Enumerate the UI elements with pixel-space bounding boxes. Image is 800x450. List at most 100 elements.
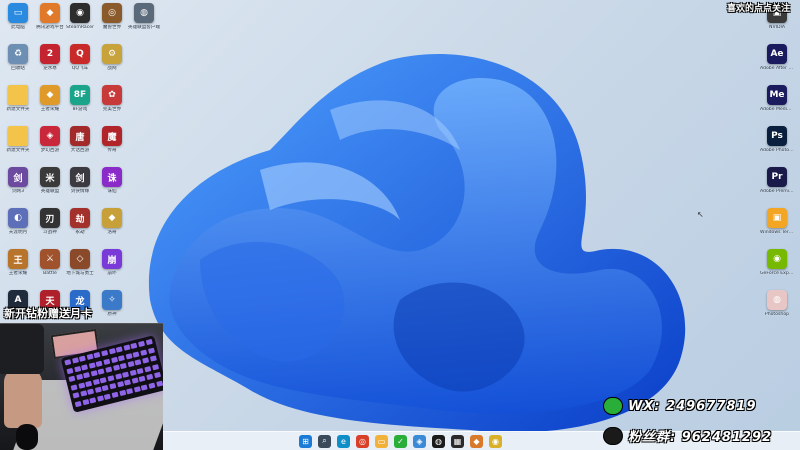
desktop-icon-label: SteamRacer (66, 25, 94, 30)
keyboard-key (88, 362, 96, 369)
desktop-icon-label: 崩坏 (107, 271, 117, 276)
keyboard-key (89, 397, 97, 404)
keyboard-key (81, 363, 89, 371)
game-icon: 王 (8, 249, 28, 269)
keyboard-key (118, 389, 126, 397)
app-icon[interactable]: ◉ (489, 434, 502, 448)
keyboard-key (146, 374, 154, 381)
keyboard-key (95, 360, 103, 367)
desktop-icon[interactable]: ◍ Photoshop (758, 289, 796, 330)
keyboard-key (64, 359, 72, 366)
desktop-icon-label: 魔兽世界 (102, 25, 122, 30)
keyboard-key (124, 379, 132, 386)
desktop-icon[interactable]: ◉ GeForce Experience (758, 248, 796, 289)
desktop-icon-label: 剑网3 (11, 189, 25, 194)
keyboard-key (147, 347, 155, 354)
terminal-icon: ▣ (767, 208, 787, 228)
sleeve (0, 324, 44, 374)
game-icon: ◆ (40, 3, 60, 23)
desktop-icon[interactable]: ◎ 魔兽世界 (96, 2, 128, 43)
desktop-icon[interactable]: 魔传奇 (96, 125, 128, 166)
desktop-icon[interactable]: 新建文件夹 (2, 125, 34, 166)
desktop-icon[interactable]: ◈ 梦幻西游 (34, 125, 66, 166)
desktop-icon[interactable]: ◇ 地下城与勇士 (64, 248, 96, 289)
game-icon: ◆ (40, 85, 60, 105)
desktop-icon[interactable]: 8F 8F游戏 (64, 84, 96, 125)
wechat-icon (604, 398, 622, 414)
desktop-icon[interactable]: ◍ 英雄联盟客户端 (128, 2, 160, 43)
desktop-icon[interactable]: 劫永劫 (64, 207, 96, 248)
keyboard-key (111, 391, 119, 399)
game-icon: 诛 (102, 167, 122, 187)
desktop-icon[interactable]: 2 逆水寒 (34, 43, 66, 84)
desktop-icon[interactable]: 王王者荣耀 (2, 248, 34, 289)
keyboard-key (97, 368, 105, 375)
app-icon[interactable]: ◆ (470, 434, 483, 448)
keyboard-key (140, 349, 148, 356)
desktop-icon-label: 此电脑 (11, 25, 25, 30)
desktop-icon-label: 斗战神 (43, 230, 57, 235)
chrome-icon[interactable]: ◎ (356, 434, 369, 448)
desktop-icon[interactable]: 唐大话西游 (64, 125, 96, 166)
wechat-id-text: WX: 249677819 (628, 398, 757, 414)
desktop-icon[interactable]: ◆ 腾讯游戏平台 (34, 2, 66, 43)
qq-icon[interactable]: ◍ (432, 434, 445, 448)
keyboard-key (92, 378, 100, 385)
wechat-icon[interactable]: ✓ (394, 434, 407, 448)
desktop-icon[interactable]: ✿ 完美世界 (96, 84, 128, 125)
keyboard-key (101, 349, 109, 357)
game-icon: 米 (40, 167, 60, 187)
app-icon[interactable]: ▦ (451, 434, 464, 448)
keyboard-key (107, 375, 115, 382)
app-icon[interactable]: ◈ (413, 434, 426, 448)
desktop-icon[interactable]: Ps Adobe Photoshop (758, 125, 796, 166)
keyboard-key (86, 353, 94, 360)
desktop-icon[interactable]: 崩崩坏 (96, 248, 128, 289)
desktop-icon[interactable]: Pr Adobe Premiere (758, 166, 796, 207)
desktop-icon[interactable]: Me Adobe Media Encoder (758, 84, 796, 125)
desktop-icon-label: Adobe Media Encoder (760, 107, 794, 112)
desktop-icon[interactable]: 剑剑网3 (2, 166, 34, 207)
desktop-icon[interactable]: Ae Adobe After Effects (758, 43, 796, 84)
desktop-icon[interactable]: 剑剑侠情缘 (64, 166, 96, 207)
game-icon: 2 (40, 44, 60, 64)
desktop-icon[interactable]: 诛诛仙 (96, 166, 128, 207)
file-explorer-icon[interactable]: ▭ (375, 434, 388, 448)
desktop-icon[interactable]: 刃斗战神 (34, 207, 66, 248)
game-icon: 唐 (70, 126, 90, 146)
keyboard-key (100, 376, 108, 384)
keyboard-key (79, 355, 87, 362)
desktop-icon-label: 地下城与勇士 (66, 271, 94, 276)
folder-icon (8, 85, 28, 105)
desktop-icon[interactable]: ◐ 天涯明月 (2, 207, 34, 248)
keyboard-key (93, 351, 101, 359)
edge-icon[interactable]: e (337, 434, 350, 448)
start-button[interactable]: ⊞ (299, 434, 312, 448)
game-icon: ◆ (102, 208, 122, 228)
game-icon: ◍ (134, 3, 154, 23)
search-icon[interactable]: ⌕ (318, 434, 331, 448)
keyboard-key (142, 357, 150, 364)
desktop-icon[interactable]: ▭ 此电脑 (2, 2, 34, 43)
desktop-icon-label: Adobe Photoshop (760, 148, 794, 153)
desktop-icon[interactable]: 新建文件夹 (2, 84, 34, 125)
desktop-icon[interactable]: 米英雄联盟 (34, 166, 66, 207)
desktop-icon[interactable]: ◆ 王者荣耀 (34, 84, 66, 125)
desktop-icon-label: 英雄联盟客户端 (127, 25, 161, 30)
desktop-icon[interactable]: ⚙ 战网 (96, 43, 128, 84)
desktop-icon[interactable]: ♻ 回收站 (2, 43, 34, 84)
desktop-icon[interactable]: ⚔ Battle (34, 248, 66, 289)
keyboard-key (112, 364, 120, 372)
desktop-icon[interactable]: ◆ 洛奇 (96, 207, 128, 248)
keyboard-key (153, 372, 161, 379)
desktop-icon-label: 逆水寒 (43, 66, 57, 71)
keyboard-key (83, 372, 91, 379)
desktop-icon[interactable]: Q QQ飞车 (64, 43, 96, 84)
keyboard-key (116, 381, 124, 388)
wechat-contact: WX: 249677819 (604, 398, 757, 414)
keyboard-key (136, 367, 144, 374)
desktop-icons-column-right: ▣ NVIDIA Ae Adobe After Effects Me Adobe Medi… (758, 2, 796, 330)
desktop-icon-label: 新建文件夹 (6, 107, 30, 112)
desktop-icon[interactable]: ▣ Windows Terminal (758, 207, 796, 248)
desktop-icon[interactable]: ◉ SteamRacer (64, 2, 96, 43)
